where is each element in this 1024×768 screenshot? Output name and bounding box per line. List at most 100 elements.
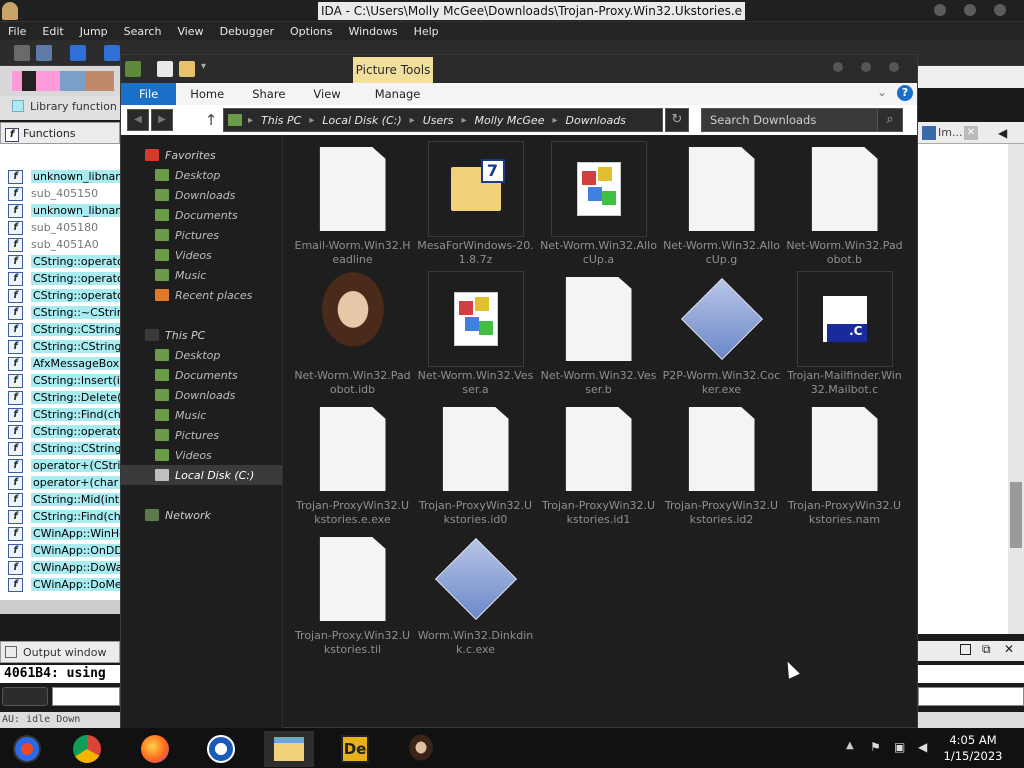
portrait-app-icon[interactable] (396, 731, 446, 767)
properties-icon[interactable] (157, 61, 173, 77)
function-row[interactable]: f CString::operator (0, 253, 120, 270)
file-item[interactable]: Trojan-ProxyWin32.Ukstories.nam (783, 401, 906, 531)
nav-pc-music[interactable]: Music (121, 405, 282, 425)
breadcrumb-item[interactable]: Molly McGee (475, 114, 545, 127)
menu-search[interactable]: Search (116, 25, 170, 38)
network-icon[interactable]: ▣ (894, 740, 908, 754)
command-language-button[interactable] (2, 687, 48, 706)
ribbon-tab-view[interactable]: View (299, 83, 354, 105)
breadcrumb-chevron-icon[interactable]: ▸ (462, 115, 467, 126)
float-icon[interactable]: ⧉ (982, 642, 991, 657)
nav-fav-downloads[interactable]: Downloads (121, 185, 282, 205)
function-row[interactable]: f sub_4051A0 (0, 236, 120, 253)
functions-hscrollbar[interactable] (0, 600, 120, 614)
breadcrumb-item[interactable]: Local Disk (C:) (322, 114, 401, 127)
menu-windows[interactable]: Windows (340, 25, 405, 38)
nav-fav-videos[interactable]: Videos (121, 245, 282, 265)
flag-icon[interactable]: ⚑ (870, 740, 884, 754)
firefox-icon[interactable] (130, 731, 180, 767)
ribbon-tab-share[interactable]: Share (238, 83, 299, 105)
nav-this-pc[interactable]: This PC (121, 325, 282, 345)
function-row[interactable]: f operator+(char c (0, 474, 120, 491)
menu-view[interactable]: View (169, 25, 211, 38)
function-row[interactable]: f CString::operator (0, 287, 120, 304)
maximize-button[interactable] (964, 4, 976, 16)
file-explorer-icon[interactable] (264, 731, 314, 767)
restore-icon[interactable] (960, 644, 971, 655)
function-row[interactable]: f CWinApp::WinHe (0, 525, 120, 542)
scroll-left-icon[interactable]: ◀ (998, 126, 1007, 140)
search-icon[interactable]: ⌕ (877, 108, 903, 132)
breadcrumb-item[interactable]: Users (423, 114, 454, 127)
nav-fav-desktop[interactable]: Desktop (121, 165, 282, 185)
close-tab-icon[interactable]: ✕ (964, 126, 978, 140)
function-row[interactable]: f operator+(CStrin (0, 457, 120, 474)
up-arrow-icon[interactable]: ↑ (203, 109, 219, 131)
breadcrumb-chevron-icon[interactable]: ▸ (309, 115, 314, 126)
ribbon-tab-manage[interactable]: Manage (361, 83, 435, 105)
menu-file[interactable]: File (0, 25, 34, 38)
ida-taskbar-icon[interactable] (2, 731, 52, 767)
breadcrumb-chevron-icon[interactable]: ▸ (410, 115, 415, 126)
function-row[interactable]: f sub_405180 (0, 219, 120, 236)
function-row[interactable]: f CString::CString(v (0, 440, 120, 457)
clock[interactable]: 4:05 AM 1/15/2023 (930, 732, 1016, 764)
menu-jump[interactable]: Jump (72, 25, 116, 38)
file-item[interactable]: Trojan-ProxyWin32.Ukstories.id0 (414, 401, 537, 531)
ida-right-pane[interactable] (918, 144, 1008, 634)
function-row[interactable]: f CString::Delete(i (0, 389, 120, 406)
help-icon[interactable]: ? (897, 85, 913, 101)
command-input[interactable] (52, 687, 120, 706)
functions-list[interactable]: funknown_libnamefsub_405150funknown_libn… (0, 144, 120, 600)
menu-help[interactable]: Help (406, 25, 447, 38)
function-row[interactable]: f CString::Find(cha (0, 508, 120, 525)
function-row[interactable]: f CWinApp::OnDDE (0, 542, 120, 559)
close-button[interactable] (994, 4, 1006, 16)
ribbon-tab-home[interactable]: Home (176, 83, 238, 105)
function-row[interactable]: f CString::CString(c (0, 338, 120, 355)
menu-edit[interactable]: Edit (34, 25, 71, 38)
function-row[interactable]: f AfxMessageBox(c (0, 355, 120, 372)
refresh-icon[interactable]: ↻ (665, 108, 689, 132)
file-item[interactable]: P2P-Worm.Win32.Cocker.exe (660, 271, 783, 401)
menu-options[interactable]: Options (282, 25, 340, 38)
file-explorer-window[interactable]: ▾ Picture Tools File Home Share View Manage … (120, 54, 918, 729)
file-item[interactable]: Net-Worm.Win32.Vesser.a (414, 271, 537, 401)
function-row[interactable]: f CString::Find(cha (0, 406, 120, 423)
nav-fav-documents[interactable]: Documents (121, 205, 282, 225)
navigation-band[interactable] (0, 66, 120, 96)
output-window-title[interactable]: Output window (0, 641, 120, 663)
file-item[interactable]: Worm.Win32.Dinkdink.c.exe (414, 531, 537, 661)
explorer-close-button[interactable] (889, 62, 899, 72)
file-item[interactable]: Trojan-Proxy.Win32.Ukstories.til (291, 531, 414, 661)
function-row[interactable]: f CString::operator (0, 423, 120, 440)
file-item[interactable]: 7 MesaForWindows-20.1.8.7z (414, 141, 537, 271)
function-row[interactable]: f sub_405150 (0, 185, 120, 202)
nav-fav-recent-places[interactable]: Recent places (121, 285, 282, 305)
forward-button[interactable]: ▶ (151, 109, 173, 131)
function-row[interactable]: f CString::~CString (0, 304, 120, 321)
command-input-tail[interactable] (918, 687, 1024, 706)
close-panel-icon[interactable]: ✕ (1004, 642, 1014, 656)
nav-pc-local-disk--c--[interactable]: Local Disk (C:) (121, 465, 282, 485)
explorer-maximize-button[interactable] (861, 62, 871, 72)
breadcrumb-chevron-icon[interactable]: ▸ (552, 115, 557, 126)
file-item[interactable]: Net-Worm.Win32.Padobot.idb (291, 271, 414, 401)
function-row[interactable]: f unknown_libname (0, 202, 120, 219)
show-hidden-icons[interactable]: ▲ (846, 740, 854, 751)
forward-arrow-icon[interactable] (104, 45, 120, 61)
nav-pc-videos[interactable]: Videos (121, 445, 282, 465)
file-item[interactable]: Net-Worm.Win32.Padobot.b (783, 141, 906, 271)
nav-pc-desktop[interactable]: Desktop (121, 345, 282, 365)
ida-right-tabs[interactable]: Im... ✕ ◀ (918, 122, 1024, 144)
breadcrumb-item[interactable]: Downloads (566, 114, 626, 127)
nav-pc-pictures[interactable]: Pictures (121, 425, 282, 445)
function-row[interactable]: f CString::Mid(int) (0, 491, 120, 508)
navigation-pane[interactable]: Favorites Desktop Downloads Documents Pictur… (121, 135, 283, 729)
dreamweaver-icon[interactable]: De (330, 731, 380, 767)
file-item[interactable]: Trojan-ProxyWin32.Ukstories.e.exe (291, 401, 414, 531)
file-item[interactable]: Net-Worm.Win32.AllocUp.g (660, 141, 783, 271)
menu-debugger[interactable]: Debugger (212, 25, 282, 38)
nav-pc-documents[interactable]: Documents (121, 365, 282, 385)
function-row[interactable]: f CString::operator (0, 270, 120, 287)
